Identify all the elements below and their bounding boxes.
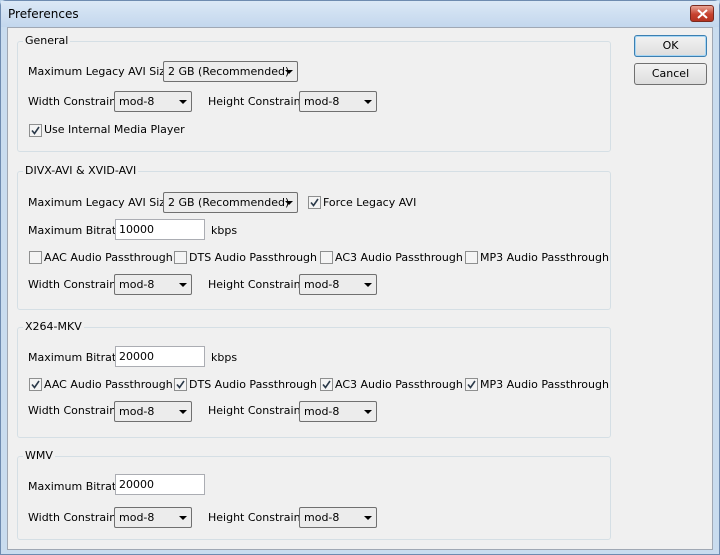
general-width-select[interactable]: mod-8: [114, 91, 192, 112]
x264-width-label: Width Constraint: [28, 404, 121, 417]
divx-dts-label: DTS Audio Passthrough: [189, 251, 317, 264]
x264-mp3-label: MP3 Audio Passthrough: [480, 378, 609, 391]
divx-aac-label: AAC Audio Passthrough: [44, 251, 173, 264]
divx-avi-size-value: 2 GB (Recommended): [168, 196, 290, 209]
internal-player-checkbox[interactable]: [29, 124, 42, 137]
general-height-select[interactable]: mod-8: [299, 91, 377, 112]
window-title: Preferences: [8, 7, 79, 21]
chevron-down-icon: [179, 283, 187, 287]
chevron-down-icon: [179, 516, 187, 520]
x264-ac3-label: AC3 Audio Passthrough: [335, 378, 463, 391]
force-legacy-checkbox[interactable]: [308, 196, 321, 209]
cancel-button[interactable]: Cancel: [634, 63, 707, 85]
preferences-window: Preferences OK Cancel General Maximum Le…: [0, 0, 720, 555]
x264-group-title: X264-MKV: [23, 320, 84, 333]
x264-height-label: Height Constraint: [208, 404, 305, 417]
wmv-width-label: Width Constraint: [28, 511, 121, 524]
general-group: General Maximum Legacy AVI Size 2 GB (Re…: [17, 34, 611, 152]
checkmark-icon: [322, 380, 331, 389]
x264-dts-checkbox[interactable]: [174, 378, 187, 391]
x264-ac3-checkbox[interactable]: [320, 378, 333, 391]
wmv-bitrate-input[interactable]: 20000: [115, 474, 205, 495]
title-bar: Preferences: [1, 1, 719, 27]
x264-aac-checkbox[interactable]: [29, 378, 42, 391]
divx-bitrate-value: 10000: [119, 223, 154, 236]
x264-bitrate-value: 20000: [119, 350, 154, 363]
x264-dts-label: DTS Audio Passthrough: [189, 378, 317, 391]
chevron-down-icon: [364, 516, 372, 520]
divx-mp3-checkbox[interactable]: [465, 251, 478, 264]
x264-width-value: mod-8: [119, 405, 155, 418]
wmv-height-select[interactable]: mod-8: [299, 507, 377, 528]
general-height-value: mod-8: [304, 95, 340, 108]
chevron-down-icon: [364, 283, 372, 287]
close-button[interactable]: [690, 5, 714, 22]
x264-bitrate-input[interactable]: 20000: [115, 346, 205, 367]
checkmark-icon: [310, 198, 319, 207]
x264-width-select[interactable]: mod-8: [114, 401, 192, 422]
divx-avi-size-label: Maximum Legacy AVI Size: [28, 196, 172, 209]
divx-width-label: Width Constraint: [28, 278, 121, 291]
divx-ac3-checkbox[interactable]: [320, 251, 333, 264]
x264-height-select[interactable]: mod-8: [299, 401, 377, 422]
force-legacy-label: Force Legacy AVI: [323, 196, 417, 209]
divx-ac3-label: AC3 Audio Passthrough: [335, 251, 463, 264]
divx-group-title: DIVX-AVI & XVID-AVI: [23, 164, 139, 177]
x264-group: X264-MKV Maximum Bitrate 20000 kbps AAC …: [17, 320, 611, 438]
general-width-label: Width Constraint: [28, 95, 121, 108]
checkmark-icon: [31, 126, 40, 135]
general-avi-size-value: 2 GB (Recommended): [168, 65, 290, 78]
x264-height-value: mod-8: [304, 405, 340, 418]
general-group-title: General: [23, 34, 71, 47]
dialog-body: OK Cancel General Maximum Legacy AVI Siz…: [7, 27, 713, 550]
checkmark-icon: [31, 380, 40, 389]
divx-width-value: mod-8: [119, 278, 155, 291]
checkmark-icon: [467, 380, 476, 389]
x264-bitrate-unit: kbps: [211, 351, 238, 364]
wmv-group: WMV Maximum Bitrate 20000 Width Constrai…: [17, 449, 611, 540]
divx-height-label: Height Constraint: [208, 278, 305, 291]
wmv-bitrate-value: 20000: [119, 478, 154, 491]
close-icon: [697, 9, 708, 19]
divx-bitrate-input[interactable]: 10000: [115, 219, 205, 240]
wmv-bitrate-label: Maximum Bitrate: [28, 480, 123, 493]
divx-dts-checkbox[interactable]: [174, 251, 187, 264]
divx-width-select[interactable]: mod-8: [114, 274, 192, 295]
chevron-down-icon: [364, 100, 372, 104]
wmv-width-select[interactable]: mod-8: [114, 507, 192, 528]
divx-aac-checkbox[interactable]: [29, 251, 42, 264]
general-width-value: mod-8: [119, 95, 155, 108]
divx-height-value: mod-8: [304, 278, 340, 291]
divx-height-select[interactable]: mod-8: [299, 274, 377, 295]
wmv-width-value: mod-8: [119, 511, 155, 524]
divx-avi-size-select[interactable]: 2 GB (Recommended): [163, 192, 298, 213]
wmv-group-title: WMV: [23, 449, 55, 462]
chevron-down-icon: [285, 70, 293, 74]
ok-button[interactable]: OK: [634, 35, 707, 57]
divx-bitrate-label: Maximum Bitrate: [28, 224, 123, 237]
divx-mp3-label: MP3 Audio Passthrough: [480, 251, 609, 264]
chevron-down-icon: [364, 410, 372, 414]
wmv-height-label: Height Constraint: [208, 511, 305, 524]
general-avi-size-select[interactable]: 2 GB (Recommended): [163, 61, 298, 82]
divx-bitrate-unit: kbps: [211, 224, 238, 237]
chevron-down-icon: [179, 410, 187, 414]
x264-bitrate-label: Maximum Bitrate: [28, 351, 123, 364]
internal-player-label: Use Internal Media Player: [44, 123, 185, 136]
divx-group: DIVX-AVI & XVID-AVI Maximum Legacy AVI S…: [17, 164, 611, 310]
x264-aac-label: AAC Audio Passthrough: [44, 378, 173, 391]
chevron-down-icon: [179, 100, 187, 104]
x264-mp3-checkbox[interactable]: [465, 378, 478, 391]
checkmark-icon: [176, 380, 185, 389]
general-height-label: Height Constraint: [208, 95, 305, 108]
chevron-down-icon: [285, 201, 293, 205]
general-avi-size-label: Maximum Legacy AVI Size: [28, 65, 172, 78]
wmv-height-value: mod-8: [304, 511, 340, 524]
